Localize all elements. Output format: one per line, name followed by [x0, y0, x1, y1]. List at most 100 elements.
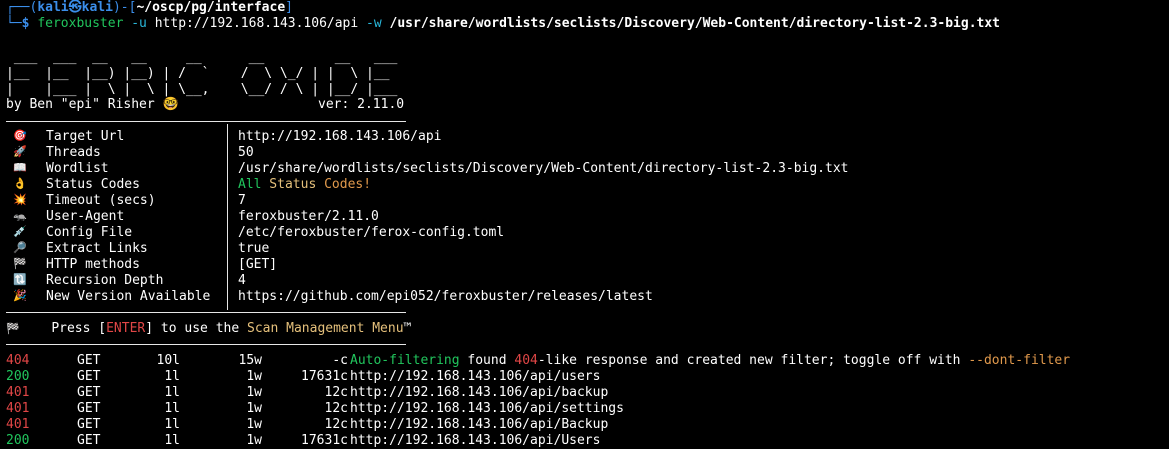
result-url[interactable]: http://192.168.143.106/api/users — [350, 369, 600, 385]
config-key: Threads — [46, 145, 101, 160]
result-row: 404 GET 10l 15w -c Auto-filtering found 404-l… — [6, 353, 1156, 369]
party-icon: 🎉 — [13, 289, 27, 302]
result-row: 401 GET 1l 1w 12c http://192.168.143.106/api/… — [6, 401, 1156, 417]
config-value: http://192.168.143.106/api — [238, 129, 442, 144]
rocket-icon: 🚀 — [13, 145, 27, 158]
banner-version: ver: 2.11.0 — [318, 97, 405, 112]
line-count: 1l — [164, 401, 180, 416]
line-count: 1l — [164, 369, 180, 384]
arg-u-value: http://192.168.143.106/api — [154, 16, 359, 31]
config-value: true — [238, 241, 270, 256]
press-enter-line: 🏁 Press [ENTER] to use the Scan Manageme… — [6, 321, 412, 336]
http-method: GET — [77, 401, 101, 416]
separator-top — [6, 121, 406, 122]
result-row: 401 GET 1l 1w 12c http://192.168.143.106/api/… — [6, 385, 1156, 401]
line-count: 1l — [164, 385, 180, 400]
line-count: 1l — [164, 417, 180, 432]
banner-byline: by Ben "epi" Risher 🤓 — [6, 97, 179, 112]
banner-ascii-2: |__ |__ |__) |__) | / ` / \ \_/ | | \ |_… — [6, 66, 390, 81]
arg-u-flag: -u — [131, 16, 147, 31]
banner-ascii-1: ___ ___ __ __ __ __ __ ___ — [6, 50, 398, 65]
word-count: 1w — [246, 433, 262, 448]
config-value: feroxbuster/2.11.0 — [238, 209, 379, 224]
config-value: /etc/feroxbuster/ferox-config.toml — [238, 225, 505, 240]
http-method: GET — [77, 385, 101, 400]
arg-w-flag: -w — [366, 16, 382, 31]
separator-bottom — [6, 344, 406, 345]
config-key: New Version Available — [46, 289, 211, 304]
filter-message: Auto-filtering found 404-like response a… — [350, 353, 1071, 368]
http-method: GET — [77, 417, 101, 432]
prompt-header: ┌──(kali㉿kali)-[~/oscp/pg/interface] — [6, 0, 293, 15]
prompt-user: kali — [37, 0, 69, 15]
config-value: [GET] — [238, 257, 278, 272]
config-key: Extract Links — [46, 241, 148, 256]
collision-icon: 💥 — [13, 193, 27, 206]
config-value: 4 — [238, 273, 246, 288]
http-method: GET — [77, 433, 101, 448]
separator-middle — [6, 312, 406, 313]
result-row: 200 GET 1l 1w 17631c http://192.168.143.106/a… — [6, 433, 1156, 449]
syringe-icon: 💉 — [13, 225, 27, 238]
result-url[interactable]: http://192.168.143.106/api/backup — [350, 385, 608, 401]
http-method: GET — [77, 353, 101, 368]
config-key: Status Codes — [46, 177, 140, 192]
word-count: 1w — [246, 417, 262, 432]
flag-icon: 🏁 — [13, 257, 27, 270]
line-count: 1l — [164, 433, 180, 448]
status-code: 401 — [6, 417, 30, 432]
terminal-window[interactable]: ┌──(kali㉿kali)-[~/oscp/pg/interface] └─$… — [0, 0, 1169, 449]
banner-ascii-3: | |___ | \ | \ | \__, \__/ / \ | |__/ |_… — [6, 82, 398, 97]
word-count: 15w — [238, 353, 262, 368]
config-key: HTTP methods — [46, 257, 140, 272]
status-code: 401 — [6, 385, 30, 400]
ok-hand-icon: 👌 — [13, 177, 27, 190]
command-name: feroxbuster — [37, 16, 124, 31]
command-line[interactable]: └─$ feroxbuster -u http://192.168.143.10… — [6, 16, 1000, 32]
enter-key: ENTER — [106, 321, 146, 336]
status-code: 401 — [6, 401, 30, 416]
badger-icon: 🦡 — [13, 209, 27, 222]
config-key: Wordlist — [46, 161, 109, 176]
result-row: 200 GET 1l 1w 17631c http://192.168.143.106/a… — [6, 369, 1156, 385]
status-code: 404 — [6, 353, 30, 368]
char-count: 17631c — [301, 433, 348, 448]
arg-w-value: /usr/share/wordlists/seclists/Discovery/… — [389, 16, 1001, 31]
char-count: 12c — [324, 417, 348, 432]
config-divider — [227, 124, 228, 310]
result-url[interactable]: http://192.168.143.106/api/settings — [350, 401, 624, 417]
config-key: User-Agent — [46, 209, 125, 224]
http-method: GET — [77, 369, 101, 384]
config-value: 50 — [238, 145, 254, 160]
target-icon: 🎯 — [13, 129, 27, 142]
config-value: https://github.com/epi052/feroxbuster/re… — [238, 289, 653, 304]
config-value: /usr/share/wordlists/seclists/Discovery/… — [238, 161, 849, 176]
result-row: 401 GET 1l 1w 12c http://192.168.143.106/api/… — [6, 417, 1156, 433]
config-key: Config File — [46, 225, 133, 240]
config-key: Target Url — [46, 129, 125, 144]
magnifier-icon: 🔎 — [13, 241, 27, 254]
config-key: Recursion Depth — [46, 273, 164, 288]
config-key: Timeout (secs) — [46, 193, 156, 208]
scan-management-menu: Scan Management Menu — [247, 321, 404, 336]
flag-icon: 🏁 — [6, 322, 20, 335]
config-value: All Status Codes! — [238, 177, 372, 192]
status-code: 200 — [6, 433, 30, 448]
result-url[interactable]: http://192.168.143.106/api/Users — [350, 433, 600, 449]
char-count: 17631c — [301, 369, 348, 384]
word-count: 1w — [246, 401, 262, 416]
char-count: 12c — [324, 385, 348, 400]
book-icon: 📖 — [13, 161, 27, 174]
kali-symbol-icon: ㉿ — [68, 0, 82, 15]
config-value: 7 — [238, 193, 246, 208]
word-count: 1w — [246, 369, 262, 384]
char-count: -c — [332, 353, 348, 368]
word-count: 1w — [246, 385, 262, 400]
recursion-icon: 🔃 — [13, 273, 27, 286]
result-url[interactable]: http://192.168.143.106/api/Backup — [350, 417, 608, 433]
prompt-host: kali — [81, 0, 113, 15]
line-count: 10l — [156, 353, 180, 368]
status-code: 200 — [6, 369, 30, 384]
char-count: 12c — [324, 401, 348, 416]
prompt-cwd: ~/oscp/pg/interface — [136, 0, 286, 15]
